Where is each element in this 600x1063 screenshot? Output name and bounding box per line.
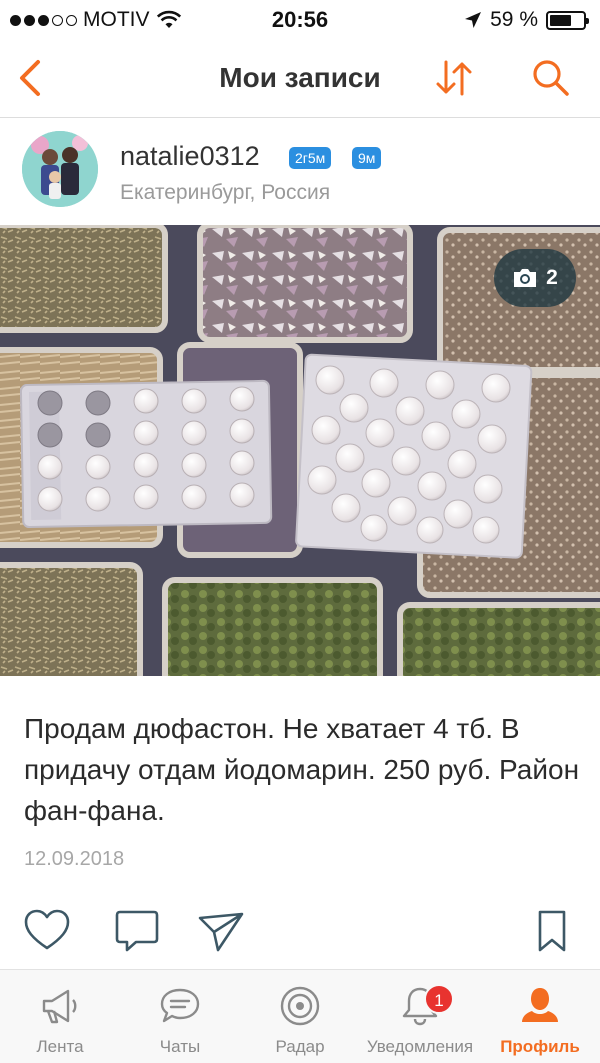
battery-icon xyxy=(546,10,589,30)
share-icon[interactable] xyxy=(196,906,246,956)
chat-icon xyxy=(160,988,200,1023)
bookmark-icon[interactable] xyxy=(528,906,578,956)
tab-radar-label: Радар xyxy=(275,1037,325,1056)
post-photo[interactable]: 2 xyxy=(0,225,600,676)
navigation-bar: Мои записи xyxy=(0,40,600,118)
battery-percent: 59 % xyxy=(490,8,538,31)
user-location: Екатеринбург, Россия xyxy=(120,181,331,204)
tab-notifications-label: Уведомления xyxy=(366,1037,474,1056)
tab-feed-label: Лента xyxy=(36,1037,84,1056)
status-right: 59 % xyxy=(464,8,589,32)
avatar[interactable] xyxy=(22,131,98,207)
comment-icon[interactable] xyxy=(112,906,162,956)
tab-notifications[interactable]: 1 Уведомления xyxy=(360,970,480,1063)
sort-arrows-icon[interactable] xyxy=(430,54,478,102)
tab-profile-label: Профиль xyxy=(500,1037,580,1056)
photo-count: 2 xyxy=(546,266,558,289)
radar-icon xyxy=(280,986,320,1026)
notification-count-badge: 1 xyxy=(424,984,454,1014)
tab-chats[interactable]: Чаты xyxy=(120,970,240,1063)
photo-count-badge[interactable]: 2 xyxy=(494,249,576,307)
post-header: natalie0312 2г5м 9м Екатеринбург, Россия xyxy=(0,119,600,225)
camera-icon xyxy=(514,269,537,287)
tab-feed[interactable]: Лента xyxy=(0,970,120,1063)
tab-radar[interactable]: Радар xyxy=(240,970,360,1063)
heart-icon[interactable] xyxy=(22,906,72,956)
post-actions xyxy=(0,900,600,960)
status-bar: MOTIV 20:56 59 % xyxy=(0,0,600,40)
post-date: 12.09.2018 xyxy=(24,848,125,870)
child-age-badge: 9м xyxy=(352,147,382,169)
page-title: Мои записи xyxy=(219,62,381,93)
post-text: Продам дюфастон. Не хватает 4 тб. В прид… xyxy=(24,713,580,826)
tab-bar: Лента Чаты Радар 1 Уведомления Профиль xyxy=(0,969,600,1063)
username[interactable]: natalie0312 xyxy=(120,141,260,172)
search-icon[interactable] xyxy=(526,54,574,102)
user-age-badge: 2г5м xyxy=(289,147,332,169)
tab-chats-label: Чаты xyxy=(159,1037,201,1056)
megaphone-icon xyxy=(42,989,77,1024)
location-arrow-icon xyxy=(465,12,482,28)
tab-profile[interactable]: Профиль xyxy=(480,970,600,1063)
profile-icon xyxy=(522,988,558,1022)
